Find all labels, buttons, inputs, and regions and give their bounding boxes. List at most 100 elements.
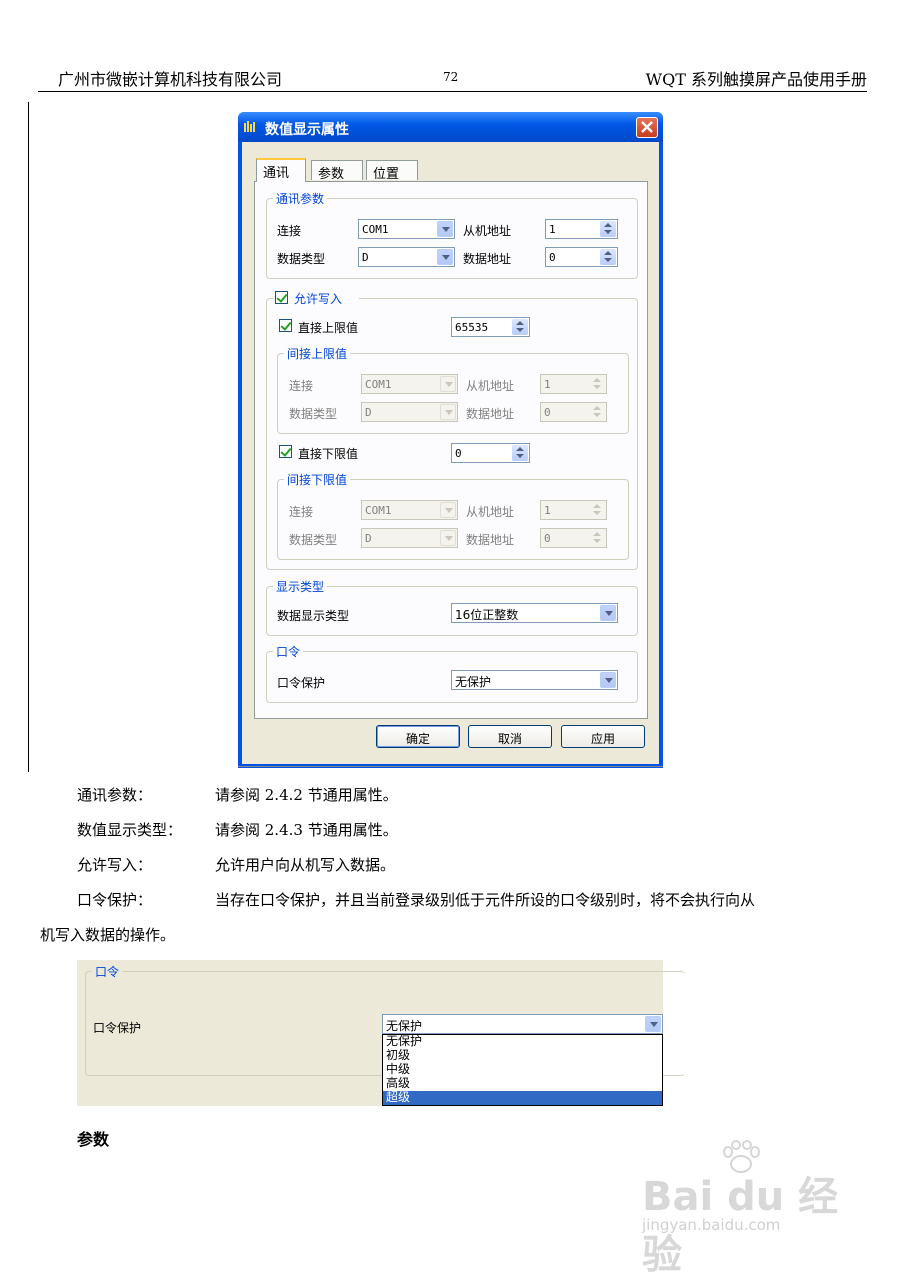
- direct-lower-spinner[interactable]: 0: [451, 443, 530, 463]
- dialog-client: 通讯 参数 位置 通讯参数 连接 COM1 从机地址 1 数据类型 D 数据地址…: [242, 142, 659, 764]
- comm-params-group: 通讯参数 连接 COM1 从机地址 1 数据类型 D 数据地址 0: [266, 190, 638, 279]
- il-connection-select: COM1: [361, 500, 458, 520]
- chevron-down-icon: [440, 530, 456, 546]
- password-legend-2: 口令: [92, 963, 123, 980]
- display-type-legend: 显示类型: [273, 578, 328, 595]
- password-options-list: 无保护 初级 中级 高级 超级: [382, 1034, 663, 1106]
- baidu-watermark: Bai du 经验 jingyan.baidu.com: [642, 1140, 862, 1278]
- company-name: 广州市微嵌计算机科技有限公司: [58, 70, 283, 89]
- comm-params-legend: 通讯参数: [273, 190, 328, 207]
- tab-panel-comm: 通讯参数 连接 COM1 从机地址 1 数据类型 D 数据地址 0 允许写入 直…: [254, 181, 648, 719]
- indirect-upper-group: 间接上限值 连接 COM1 从机地址 1 数据类型 D 数据地址 0: [277, 345, 629, 434]
- direct-lower-label: 直接下限值: [298, 447, 359, 461]
- password-group: 口令 口令保护 无保护: [266, 643, 638, 703]
- allow-write-legend: 允许写入: [273, 290, 359, 306]
- il-slave-label: 从机地址: [466, 505, 515, 519]
- watermark-url: jingyan.baidu.com: [642, 1216, 781, 1234]
- iu-datatype-label: 数据类型: [289, 407, 338, 421]
- il-connection-label: 连接: [289, 505, 314, 519]
- chevron-down-icon: [440, 404, 456, 420]
- spinner-icon: [589, 404, 605, 420]
- margin-rule: [28, 102, 29, 772]
- data-address-spinner[interactable]: 0: [545, 247, 618, 267]
- indirect-upper-legend: 间接上限值: [284, 345, 351, 362]
- password-select[interactable]: 无保护: [451, 670, 618, 690]
- slave-address-spinner[interactable]: 1: [545, 219, 618, 239]
- option-middle[interactable]: 中级: [383, 1063, 662, 1077]
- connection-select[interactable]: COM1: [358, 219, 455, 239]
- direct-upper-spinner[interactable]: 65535: [451, 317, 530, 337]
- option-super[interactable]: 超级: [383, 1091, 662, 1105]
- manual-title: WQT 系列触摸屏产品使用手册: [645, 70, 867, 89]
- page-header: 广州市微嵌计算机科技有限公司 72 WQT 系列触摸屏产品使用手册: [38, 62, 867, 92]
- chevron-down-icon: [440, 376, 456, 392]
- password-select-2[interactable]: 无保护: [382, 1014, 663, 1034]
- cancel-button[interactable]: 取消: [468, 725, 552, 748]
- numeric-display-properties-dialog: 数值显示属性 通讯 参数 位置 通讯参数 连接 COM1 从机地址 1 数据类型…: [238, 112, 663, 768]
- para-allow-write: 允许写入： 允许用户向从机写入数据。: [77, 856, 396, 874]
- chevron-down-icon: [437, 249, 453, 265]
- iu-datatype-select: D: [361, 402, 458, 422]
- slave-address-label: 从机地址: [463, 224, 512, 238]
- data-type-label: 数据类型: [277, 252, 326, 266]
- section-heading-params: 参数: [77, 1130, 110, 1149]
- option-junior[interactable]: 初级: [383, 1049, 662, 1063]
- close-icon: [641, 121, 653, 133]
- para-display-type: 数值显示类型： 请参阅 2.4.3 节通用属性。: [77, 821, 398, 839]
- display-type-group: 显示类型 数据显示类型 16位正整数: [266, 578, 638, 636]
- dialog-titlebar: 数值显示属性: [238, 112, 663, 142]
- il-dataaddr-label: 数据地址: [466, 533, 515, 547]
- iu-slave-spinner: 1: [540, 374, 607, 394]
- password-label-2: 口令保护: [93, 1021, 142, 1035]
- chevron-down-icon: [600, 605, 616, 621]
- chevron-down-icon: [600, 672, 616, 688]
- dialog-title: 数值显示属性: [265, 122, 349, 138]
- allow-write-checkbox[interactable]: [275, 291, 288, 304]
- iu-dataaddr-spinner: 0: [540, 402, 607, 422]
- tab-comm[interactable]: 通讯: [256, 158, 306, 182]
- tab-position[interactable]: 位置: [366, 160, 418, 182]
- tab-params[interactable]: 参数: [311, 160, 363, 182]
- spinner-icon: [589, 502, 605, 518]
- direct-upper-checkbox[interactable]: [279, 319, 292, 332]
- indirect-lower-group: 间接下限值 连接 COM1 从机地址 1 数据类型 D 数据地址 0: [277, 471, 629, 560]
- data-type-select[interactable]: D: [358, 247, 455, 267]
- chevron-down-icon[interactable]: [645, 1016, 661, 1032]
- connection-label: 连接: [277, 224, 302, 238]
- spinner-icon: [589, 530, 605, 546]
- chevron-down-icon: [440, 502, 456, 518]
- para-password-cont: 机写入数据的操作。: [40, 926, 176, 944]
- chevron-down-icon: [437, 221, 453, 237]
- iu-connection-label: 连接: [289, 379, 314, 393]
- il-datatype-label: 数据类型: [289, 533, 338, 547]
- password-label: 口令保护: [277, 676, 326, 690]
- data-address-label: 数据地址: [463, 252, 512, 266]
- password-legend: 口令: [273, 643, 304, 660]
- ok-button[interactable]: 确定: [376, 725, 460, 748]
- iu-connection-select: COM1: [361, 374, 458, 394]
- iu-dataaddr-label: 数据地址: [466, 407, 515, 421]
- apply-button[interactable]: 应用: [561, 725, 645, 748]
- spinner-icon[interactable]: [512, 319, 528, 335]
- direct-lower-checkbox[interactable]: [279, 445, 292, 458]
- allow-write-group: 允许写入 直接上限值 65535 间接上限值 连接 COM1 从机地址 1 数据…: [266, 290, 638, 570]
- iu-slave-label: 从机地址: [466, 379, 515, 393]
- para-comm-params: 通讯参数： 请参阅 2.4.2 节通用属性。: [77, 786, 398, 804]
- option-none[interactable]: 无保护: [383, 1035, 662, 1049]
- indirect-lower-legend: 间接下限值: [284, 471, 351, 488]
- spinner-icon[interactable]: [600, 221, 616, 237]
- spinner-icon[interactable]: [512, 445, 528, 461]
- app-icon: [244, 121, 255, 132]
- il-slave-spinner: 1: [540, 500, 607, 520]
- spinner-icon: [589, 376, 605, 392]
- spinner-icon[interactable]: [600, 249, 616, 265]
- option-senior[interactable]: 高级: [383, 1077, 662, 1091]
- display-type-label: 数据显示类型: [277, 609, 350, 623]
- display-type-select[interactable]: 16位正整数: [451, 603, 618, 623]
- password-dropdown-screenshot: 口令 口令保护 无保护 无保护 初级 中级 高级 超级: [77, 960, 685, 1106]
- il-datatype-select: D: [361, 528, 458, 548]
- direct-upper-label: 直接上限值: [298, 321, 359, 335]
- il-dataaddr-spinner: 0: [540, 528, 607, 548]
- page-number: 72: [443, 70, 459, 84]
- close-button[interactable]: [636, 117, 658, 138]
